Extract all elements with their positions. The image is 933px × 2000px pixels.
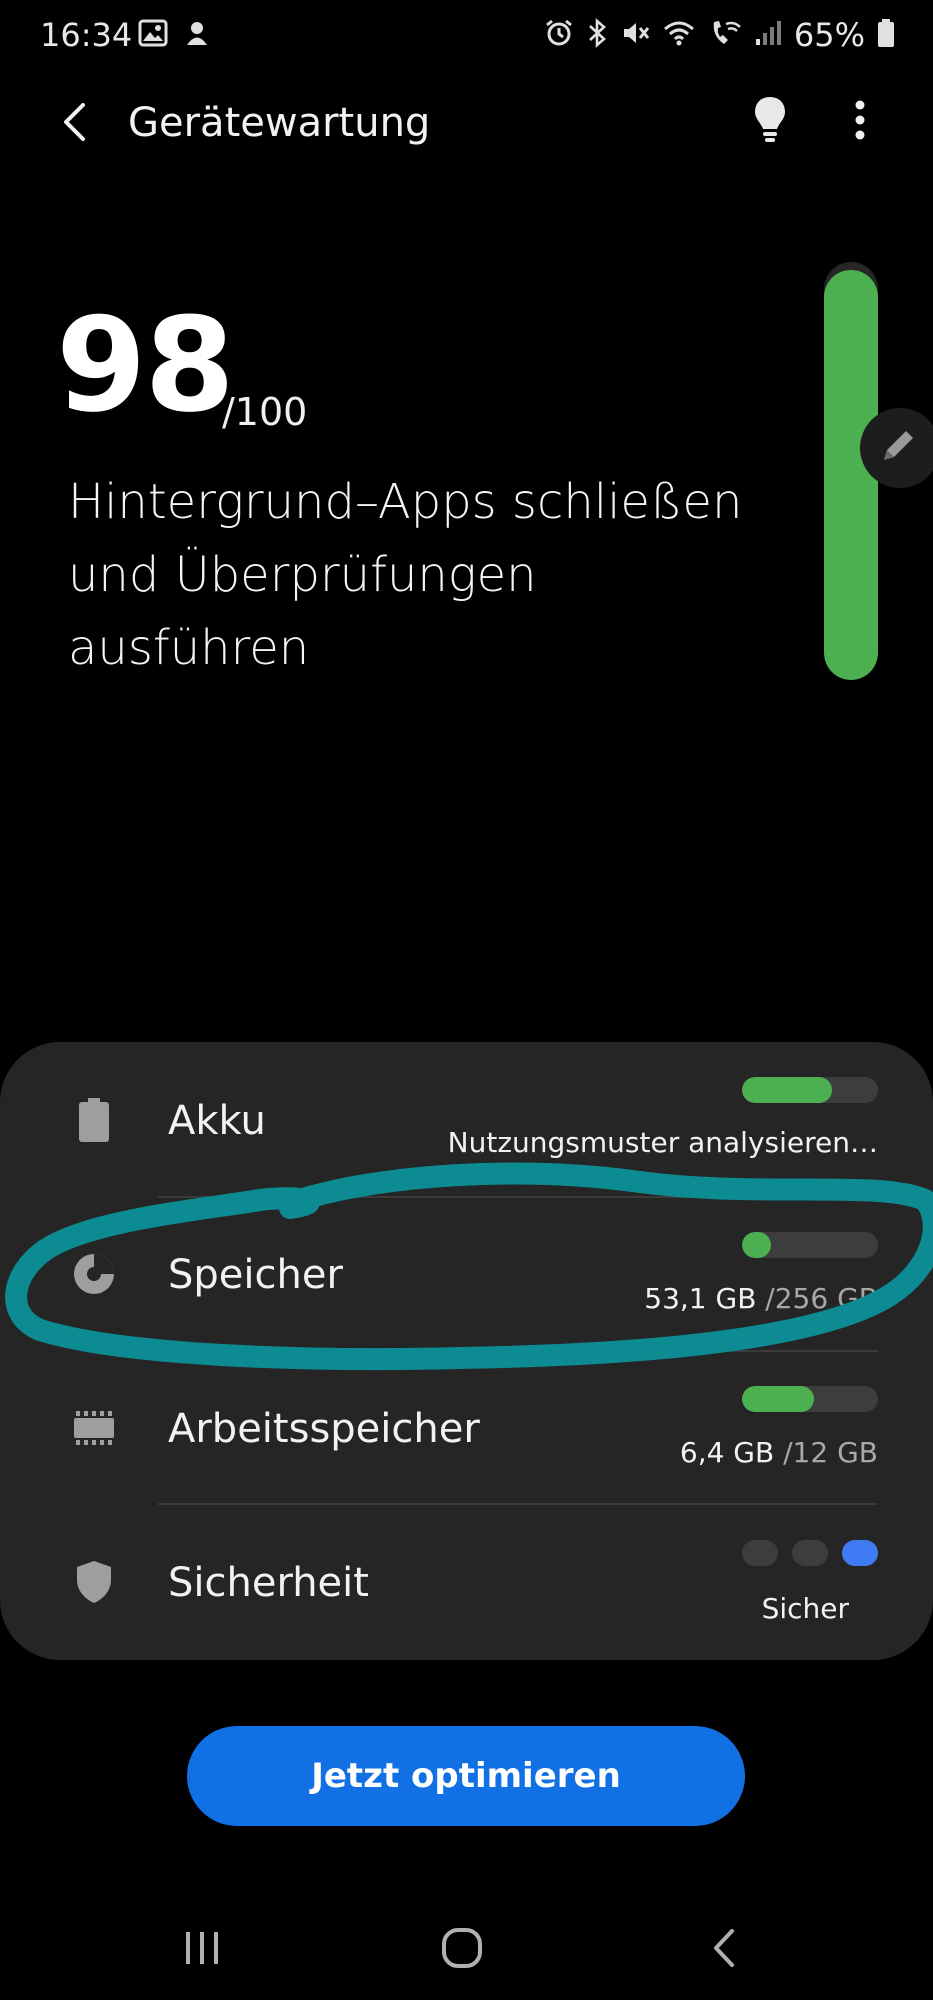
wifi-call-icon [708, 18, 742, 53]
nav-back-button[interactable] [684, 1918, 764, 1982]
more-options-button[interactable] [840, 94, 880, 150]
memory-used: 6,4 GB [679, 1436, 775, 1469]
edit-button[interactable] [860, 408, 933, 488]
storage-bar-fill [742, 1232, 771, 1258]
memory-bar-fill [742, 1386, 815, 1412]
tips-button[interactable] [748, 94, 792, 150]
score-description: Hintergrund–Apps schließen und Überprüfu… [68, 474, 743, 676]
storage-bar [742, 1232, 878, 1258]
recent-apps-button[interactable] [162, 1918, 242, 1982]
storage-used: 53,1 GB [644, 1282, 757, 1315]
home-button[interactable] [422, 1918, 502, 1982]
shield-icon [72, 1560, 116, 1604]
lightbulb-icon [753, 95, 787, 150]
security-label: Sicherheit [168, 1560, 369, 1606]
notification-app-icon [182, 18, 212, 53]
chevron-left-icon [710, 1927, 738, 1974]
back-button[interactable] [50, 96, 98, 152]
optimize-button[interactable]: Jetzt optimieren [187, 1726, 745, 1826]
security-detail: Sicher [762, 1592, 849, 1625]
pencil-icon [878, 426, 918, 471]
gallery-icon [138, 19, 168, 52]
home-icon [440, 1926, 484, 1975]
battery-percent: 65% [793, 16, 865, 54]
storage-label: Speicher [168, 1252, 343, 1298]
signal-icon [754, 19, 782, 52]
security-dot [792, 1540, 828, 1566]
battery-detail: Nutzungsmuster analysieren… [448, 1126, 878, 1159]
memory-total: /12 GB [774, 1436, 878, 1469]
storage-pie-icon [72, 1252, 116, 1296]
storage-total: /256 GB [756, 1282, 878, 1315]
security-dot-active [842, 1540, 878, 1566]
chevron-left-icon [61, 101, 87, 148]
battery-status-icon [877, 18, 895, 53]
memory-bar [742, 1386, 878, 1412]
wifi-icon [662, 19, 696, 52]
status-left-icons [138, 18, 212, 53]
security-level-dots [742, 1540, 878, 1566]
storage-detail: 53,1 GB /256 GB [644, 1282, 878, 1315]
battery-detail-text: Nutzungsmuster analysieren… [447, 1126, 878, 1159]
score-max: /100 [222, 390, 308, 434]
storage-row[interactable] [0, 1198, 933, 1351]
alarm-icon [544, 18, 574, 53]
status-right-icons: 65% [544, 16, 895, 54]
memory-label: Arbeitsspeicher [168, 1406, 480, 1452]
security-dot [742, 1540, 778, 1566]
vibrate-mute-icon [620, 18, 650, 53]
battery-icon [72, 1098, 116, 1142]
score-value: 98 [56, 289, 235, 441]
security-status: Sicher [761, 1592, 849, 1625]
memory-detail: 6,4 GB /12 GB [680, 1436, 878, 1469]
page-title: Gerätewartung [128, 100, 431, 146]
more-vertical-icon [855, 100, 865, 145]
memory-chip-icon [72, 1406, 116, 1450]
battery-bar [742, 1077, 878, 1103]
battery-row[interactable] [0, 1042, 933, 1197]
battery-label: Akku [168, 1098, 266, 1144]
bluetooth-icon [586, 17, 608, 53]
status-time: 16:34 [40, 16, 133, 54]
recent-apps-icon [182, 1928, 222, 1973]
battery-bar-fill [742, 1077, 832, 1103]
security-row[interactable] [0, 1505, 933, 1660]
